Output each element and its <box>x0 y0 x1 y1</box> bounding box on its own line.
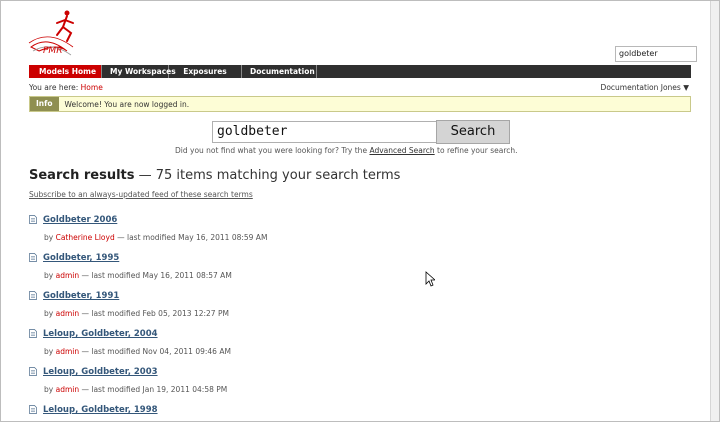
document-icon <box>29 329 37 338</box>
result-meta: by Catherine Lloyd — last modified May 1… <box>44 233 267 242</box>
result-title-link[interactable]: Goldbeter, 1995 <box>43 253 119 263</box>
search-input[interactable]: goldbeter <box>212 121 440 143</box>
modified-label: — last modified <box>117 233 176 242</box>
document-icon <box>29 367 37 376</box>
advanced-search-link[interactable]: Advanced Search <box>369 146 434 155</box>
author-link[interactable]: admin <box>56 309 80 318</box>
result-meta: by admin — last modified Jan 19, 2011 04… <box>44 385 227 394</box>
hint-prefix: Did you not find what you were looking f… <box>175 146 368 155</box>
info-label: Info <box>30 97 59 111</box>
breadcrumb-home-link[interactable]: Home <box>81 83 103 92</box>
result-title-link[interactable]: Leloup, Goldbeter, 1998 <box>43 405 158 415</box>
document-icon <box>29 253 37 262</box>
hint-suffix: to refine your search. <box>437 146 518 155</box>
info-text: Welcome! You are now logged in. <box>64 99 190 109</box>
author-link[interactable]: admin <box>56 385 80 394</box>
tab-models-home[interactable]: Models Home <box>29 65 102 78</box>
tab-exposures[interactable]: Exposures <box>169 65 242 78</box>
result-title-link[interactable]: Goldbeter 2006 <box>43 215 117 225</box>
vertical-scrollbar[interactable] <box>710 1 719 421</box>
main-nav: Models Home My Workspaces Exposures Docu… <box>29 65 691 78</box>
search-button[interactable]: Search <box>436 120 510 144</box>
result-title-link[interactable]: Leloup, Goldbeter, 2004 <box>43 329 158 339</box>
results-heading-bold: Search results <box>29 168 135 183</box>
by-label: by <box>44 309 54 318</box>
modified-label: — last modified <box>81 385 141 394</box>
document-icon <box>29 215 37 224</box>
caret-down-icon: ▼ <box>683 83 689 92</box>
user-name: Documentation Jones <box>600 83 681 92</box>
by-label: by <box>44 233 54 242</box>
modified-date: Jan 19, 2011 04:58 PM <box>142 385 228 394</box>
by-label: by <box>44 385 54 394</box>
author-link[interactable]: admin <box>56 271 80 280</box>
mouse-cursor-icon <box>425 271 435 287</box>
tab-my-workspaces[interactable]: My Workspaces <box>102 65 176 78</box>
document-icon <box>29 291 37 300</box>
result-title-link[interactable]: Leloup, Goldbeter, 2003 <box>43 367 158 377</box>
svg-text:PMR: PMR <box>43 46 62 56</box>
by-label: by <box>44 347 54 356</box>
document-icon <box>29 405 37 414</box>
author-link[interactable]: admin <box>56 347 80 356</box>
result-meta: by admin — last modified Nov 04, 2011 09… <box>44 347 231 356</box>
author-link[interactable]: Catherine Lloyd <box>56 233 115 242</box>
breadcrumb: You are here: Home <box>29 83 103 92</box>
result-meta: by admin — last modified Feb 05, 2013 12… <box>44 309 229 318</box>
subscribe-feed-link[interactable]: Subscribe to an always-updated feed of t… <box>29 190 253 199</box>
modified-date: Feb 05, 2013 12:27 PM <box>142 309 229 318</box>
modified-date: May 16, 2011 08:59 AM <box>178 233 268 242</box>
by-label: by <box>44 271 54 280</box>
info-message: Info Welcome! You are now logged in. <box>29 96 691 112</box>
cellml-logo[interactable]: PMR <box>27 7 87 59</box>
result-meta: by admin — last modified May 16, 2011 08… <box>44 271 232 280</box>
modified-date: Nov 04, 2011 09:46 AM <box>142 347 231 356</box>
results-heading: Search results — 75 items matching your … <box>29 168 400 183</box>
modified-label: — last modified <box>81 309 141 318</box>
search-hint: Did you not find what you were looking f… <box>175 146 518 155</box>
results-count: — 75 items matching your search terms <box>138 168 401 183</box>
modified-label: — last modified <box>81 271 141 280</box>
result-title-link[interactable]: Goldbeter, 1991 <box>43 291 119 301</box>
site-search-input[interactable]: goldbeter <box>615 46 697 62</box>
user-menu[interactable]: Documentation Jones ▼ <box>601 83 689 92</box>
breadcrumb-prefix: You are here: <box>29 83 79 92</box>
tab-documentation[interactable]: Documentation <box>242 65 317 78</box>
modified-label: — last modified <box>81 347 141 356</box>
browser-page: PMR goldbeter Models Home My Workspaces … <box>0 0 720 422</box>
modified-date: May 16, 2011 08:57 AM <box>142 271 232 280</box>
